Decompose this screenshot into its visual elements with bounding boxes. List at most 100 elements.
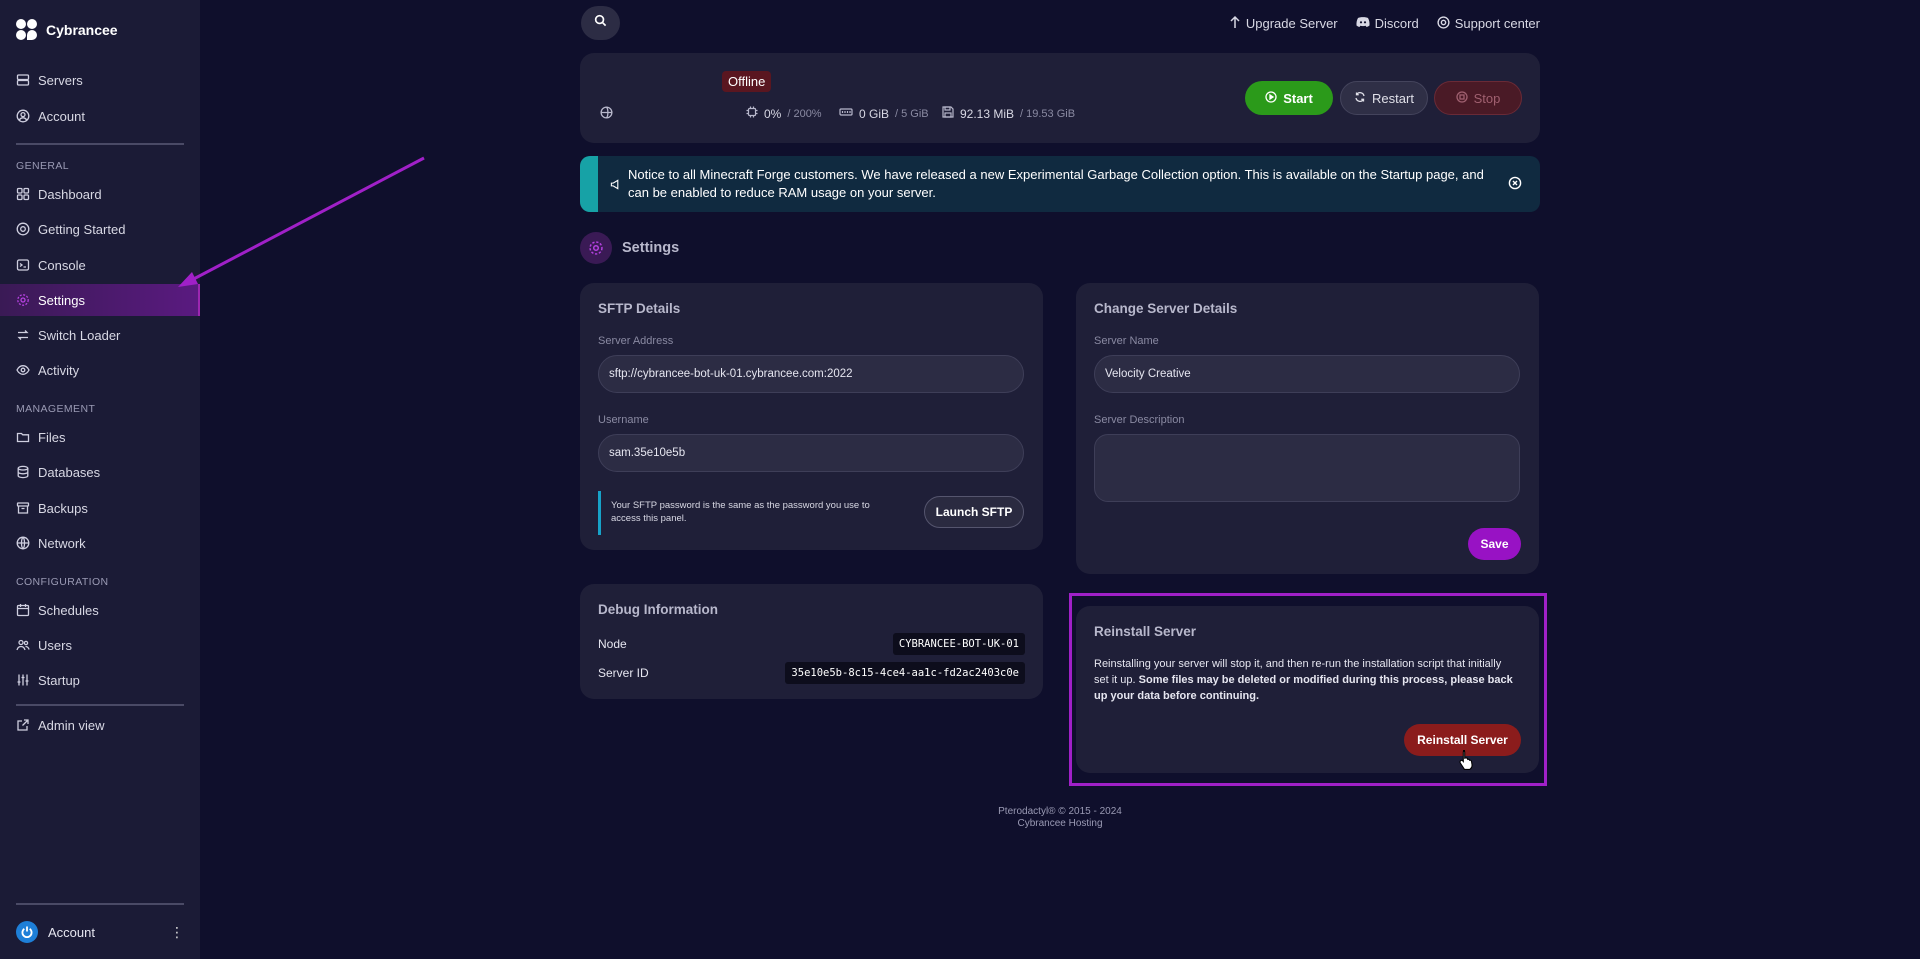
card-title: Change Server Details [1094, 301, 1238, 316]
memory-limit: / 5 GiB [895, 107, 929, 120]
sidebar-item-network[interactable]: Network [0, 527, 200, 559]
sidebar-item-label: Startup [38, 672, 80, 688]
start-label: Start [1283, 90, 1313, 106]
card-title: SFTP Details [598, 301, 681, 316]
sidebar-item-activity[interactable]: Activity [0, 354, 200, 386]
section-label-management: MANAGEMENT [16, 403, 96, 415]
footer-copyright: Pterodactyl® © 2015 - 2024 [998, 806, 1122, 817]
server-icon [16, 73, 30, 87]
restart-icon [1354, 91, 1366, 106]
notice-accent-bar [580, 156, 598, 212]
sidebar-item-switch-loader[interactable]: Switch Loader [0, 319, 200, 351]
support-center-label: Support center [1454, 16, 1540, 31]
memory-stat: 0 GiB / 5 GiB [839, 106, 929, 121]
users-icon [16, 638, 30, 652]
sidebar-item-label: Dashboard [38, 186, 102, 202]
launch-sftp-button[interactable]: Launch SFTP [924, 496, 1024, 528]
stop-button[interactable]: Stop [1434, 81, 1522, 115]
folder-icon [16, 430, 30, 444]
sidebar-item-databases[interactable]: Databases [0, 456, 200, 488]
sidebar-item-users[interactable]: Users [0, 629, 200, 661]
discord-link[interactable]: Discord [1356, 15, 1419, 32]
restart-label: Restart [1372, 90, 1414, 106]
sidebar-account[interactable]: Account ⋮ [16, 920, 184, 944]
sidebar-item-servers[interactable]: Servers [0, 64, 200, 96]
lifebuoy-icon [1437, 15, 1450, 32]
server-status-icon [600, 106, 613, 124]
brand[interactable]: Cybrancee [16, 19, 118, 41]
page-title: Settings [580, 232, 679, 264]
sidebar-item-label: Activity [38, 362, 80, 378]
start-button[interactable]: Start [1245, 81, 1333, 115]
change-server-details-card: Change Server Details Server Name Veloci… [1076, 283, 1539, 574]
discord-label: Discord [1374, 16, 1419, 31]
hand-cursor-icon [1459, 749, 1473, 770]
server-address-field[interactable]: sftp://cybrancee-bot-uk-01.cybrancee.com… [598, 355, 1024, 393]
sidebar-divider [16, 704, 184, 706]
disk-limit: / 19.53 GiB [1020, 107, 1076, 120]
field-label: Server Name [1094, 335, 1159, 347]
username-field[interactable]: sam.35e10e5b [598, 434, 1024, 472]
section-label-general: GENERAL [16, 160, 69, 172]
footer-company: Cybrancee Hosting [1017, 818, 1103, 829]
section-label-configuration: CONFIGURATION [16, 576, 109, 588]
memory-icon [839, 106, 853, 121]
sidebar-item-label: Admin view [38, 717, 105, 733]
footer: Pterodactyl® © 2015 - 2024 Cybrancee Hos… [900, 806, 1220, 830]
sidebar-item-admin-view[interactable]: Admin view [0, 709, 200, 741]
sidebar-item-backups[interactable]: Backups [0, 492, 200, 524]
top-links: Upgrade Server Discord Support center [1229, 15, 1540, 32]
restart-button[interactable]: Restart [1340, 81, 1428, 115]
cybrancee-logo-icon [16, 19, 38, 41]
sftp-details-card: SFTP Details Server Address sftp://cybra… [580, 283, 1043, 550]
kebab-menu-icon[interactable]: ⋮ [170, 924, 184, 941]
sidebar-item-account[interactable]: Account [0, 100, 200, 132]
sidebar-item-label: Servers [38, 72, 83, 88]
server-description-field[interactable] [1094, 434, 1520, 502]
upgrade-server-link[interactable]: Upgrade Server [1229, 15, 1338, 32]
sidebar-item-startup[interactable]: Startup [0, 664, 200, 696]
field-label: Username [598, 414, 649, 426]
avatar [16, 921, 38, 943]
sidebar-item-label: Network [38, 535, 86, 551]
gear-icon [580, 232, 612, 264]
sidebar-item-schedules[interactable]: Schedules [0, 594, 200, 626]
arrow-up-icon [1229, 15, 1241, 32]
brand-name: Cybrancee [46, 22, 118, 38]
search-button[interactable] [581, 6, 620, 40]
close-icon[interactable] [1508, 176, 1522, 195]
annotation-arrow [178, 156, 425, 287]
server-status-bar: Offline 0% / 200% 0 GiB / 5 GiB 92.13 Mi… [580, 53, 1540, 143]
notice-text: Notice to all Minecraft Forge customers.… [628, 167, 1484, 200]
card-title: Debug Information [598, 602, 718, 617]
server-name-field[interactable]: Velocity Creative [1094, 355, 1520, 393]
sidebar-item-label: Switch Loader [38, 327, 121, 343]
globe-icon [16, 536, 30, 550]
sidebar-item-label: Schedules [38, 602, 99, 618]
eye-icon [16, 363, 30, 377]
sidebar-divider [16, 143, 184, 145]
node-value: CYBRANCEE-BOT-UK-01 [892, 633, 1025, 655]
gear-icon [16, 293, 30, 307]
disk-value: 92.13 MiB [960, 106, 1015, 121]
sidebar-item-files[interactable]: Files [0, 421, 200, 453]
upgrade-server-label: Upgrade Server [1245, 16, 1338, 31]
stop-icon [1455, 90, 1468, 106]
server-id-value: 35e10e5b-8c15-4ce4-aa1c-fd2ac2403c0e [785, 662, 1025, 684]
disk-icon [942, 106, 954, 121]
field-label: Server Address [598, 335, 674, 347]
sftp-password-note: Your SFTP password is the same as the pa… [611, 500, 870, 524]
sidebar-item-label: Account [38, 108, 85, 124]
sidebar-item-label: Settings [38, 292, 85, 308]
support-center-link[interactable]: Support center [1437, 15, 1540, 32]
cpu-icon [746, 106, 758, 121]
account-name: Account [48, 924, 95, 940]
user-circle-icon [16, 109, 30, 123]
stop-label: Stop [1473, 90, 1501, 106]
save-button[interactable]: Save [1468, 528, 1521, 560]
play-icon [1265, 90, 1277, 106]
discord-icon [1356, 16, 1370, 31]
grid-icon [16, 187, 30, 201]
terminal-icon [16, 258, 30, 272]
notice-banner: Notice to all Minecraft Forge customers.… [580, 156, 1540, 212]
